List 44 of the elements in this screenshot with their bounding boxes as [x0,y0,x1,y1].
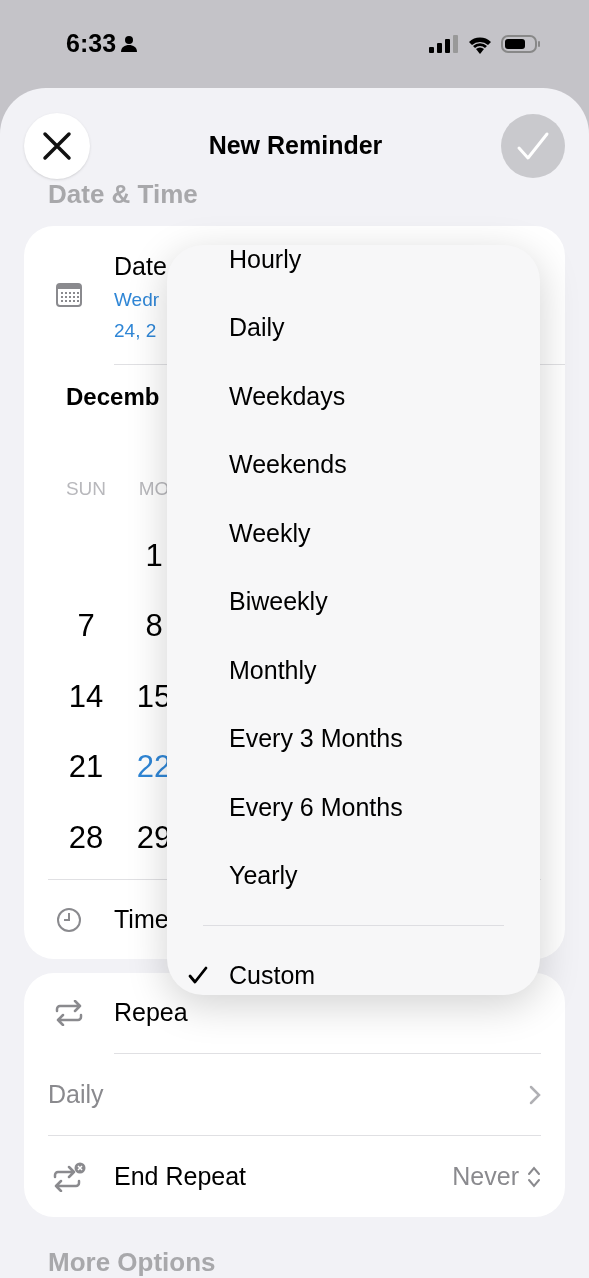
signal-icon [429,35,459,53]
menu-item[interactable]: Every 6 Months [167,773,540,842]
end-repeat-icon [52,1161,86,1192]
section-title: Date & Time [48,179,199,209]
repeat-label: Repea [114,997,188,1029]
clock-icon [56,906,82,933]
menu-item[interactable]: Weekends [167,430,540,499]
menu-item[interactable]: Hourly [167,245,540,294]
date-value: Wedr [114,288,161,312]
date-value: 24, 2 [114,319,158,343]
weekday-label: SUN [65,477,107,501]
calendar-day[interactable]: 1 [145,532,163,579]
repeat-icon [54,1000,84,1026]
checkmark-icon [516,131,550,161]
calendar-day[interactable]: 8 [145,603,163,650]
checkmark-icon [188,965,208,986]
calendar-day[interactable]: 14 [68,673,104,720]
up-down-chevron-icon [527,1164,541,1189]
calendar-day[interactable]: 7 [77,603,95,650]
section-title: More Options [48,1247,217,1277]
close-button[interactable] [24,113,90,179]
sheet-title: New Reminder [208,130,383,162]
month-title: Decemb [66,383,160,410]
date-label: Date [114,251,167,281]
person-icon [120,35,139,53]
frequency-value: Daily [48,1078,104,1110]
menu-item[interactable]: Weekdays [167,362,540,431]
calendar-icon [56,283,82,307]
menu-item[interactable]: Weekly [167,499,540,568]
calendar-day[interactable]: 21 [68,744,104,791]
end-repeat-label: End Repeat [114,1160,248,1192]
menu-item[interactable]: Biweekly [167,567,540,636]
weekday-label: MO [138,477,170,501]
calendar-day[interactable]: 28 [68,814,104,861]
menu-item[interactable]: Daily [167,293,540,362]
menu-item[interactable]: Yearly [167,841,540,910]
menu-item[interactable]: Custom [167,941,540,995]
battery-icon [501,34,541,54]
menu-item[interactable]: Monthly [167,636,540,705]
close-icon [42,131,72,161]
time-label: Time [114,903,169,935]
chevron-right-icon [529,1084,541,1105]
status-time: 6:33 [66,28,117,60]
menu-item[interactable]: Every 3 Months [167,704,540,773]
